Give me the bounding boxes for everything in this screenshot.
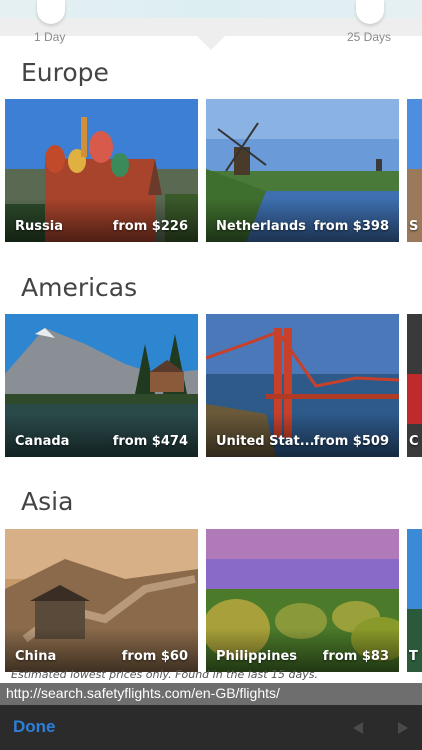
back-arrow-icon[interactable] [353, 722, 363, 734]
url-bar: http://search.safetyflights.com/en-GB/fl… [0, 683, 422, 705]
card-country-name: China [15, 649, 57, 664]
destination-row-asia[interactable]: China from $60 Philippines from $83 T [0, 529, 422, 672]
slider-pointer [197, 36, 225, 50]
destination-card-china[interactable]: China from $60 [5, 529, 198, 672]
card-price: from $83 [322, 649, 389, 664]
card-price: from $60 [121, 649, 188, 664]
card-price: from $226 [112, 219, 188, 234]
forward-arrow-icon[interactable] [398, 722, 408, 734]
destination-card-united-states[interactable]: United Stat... from $509 [206, 314, 399, 457]
slider-min-handle[interactable] [37, 0, 65, 24]
card-country-name: United Stat... [216, 434, 315, 449]
card-price: from $474 [112, 434, 188, 449]
card-country-name: Netherlands [216, 219, 306, 234]
destination-card-partial[interactable]: S [407, 99, 422, 242]
destination-row-americas[interactable]: Canada from $474 United Stat... from $50… [0, 314, 422, 457]
card-country-name: C [409, 434, 419, 449]
done-button[interactable]: Done [13, 717, 56, 737]
duration-slider[interactable]: 1 Day 25 Days [0, 0, 422, 44]
slider-max-label: 25 Days [347, 30, 392, 44]
card-price: from $509 [313, 434, 389, 449]
section-title-europe: Europe [21, 58, 109, 87]
card-country-name: T [409, 649, 418, 664]
destination-card-netherlands[interactable]: Netherlands from $398 [206, 99, 399, 242]
card-country-name: Russia [15, 219, 63, 234]
destination-card-partial[interactable]: C [407, 314, 422, 457]
destination-card-philippines[interactable]: Philippines from $83 [206, 529, 399, 672]
card-country-name: S [409, 219, 419, 234]
destination-row-europe[interactable]: Russia from $226 Netherlands from $398 S [0, 99, 422, 242]
bottom-toolbar: Done [0, 705, 422, 750]
destination-card-partial[interactable]: T [407, 529, 422, 672]
destination-card-canada[interactable]: Canada from $474 [5, 314, 198, 457]
card-country-name: Philippines [216, 649, 298, 664]
slider-max-handle[interactable] [356, 0, 384, 24]
card-price: from $398 [313, 219, 389, 234]
price-disclaimer: Estimated lowest prices only. Found in t… [11, 668, 319, 681]
section-title-americas: Americas [21, 273, 138, 302]
destination-card-russia[interactable]: Russia from $226 [5, 99, 198, 242]
section-title-asia: Asia [21, 487, 74, 516]
slider-min-label: 1 Day [34, 30, 66, 44]
card-country-name: Canada [15, 434, 70, 449]
